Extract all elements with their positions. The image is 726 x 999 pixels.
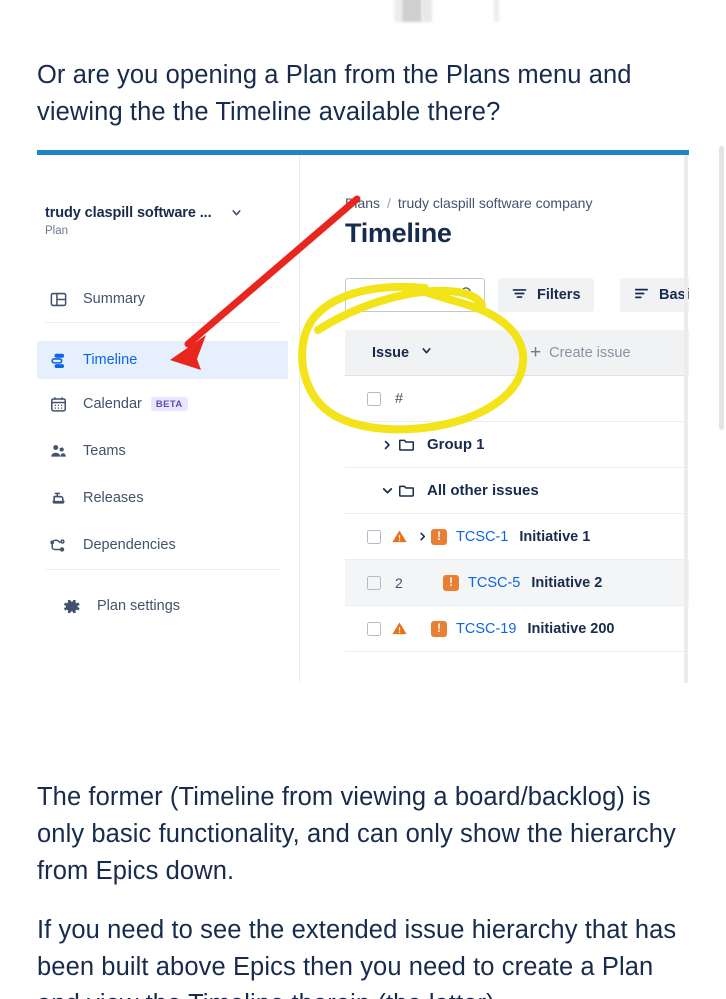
row-checkbox[interactable]	[367, 575, 381, 590]
view-mode-button[interactable]: Basic	[620, 278, 689, 312]
sidebar-item-timeline[interactable]: Timeline	[37, 341, 288, 379]
issue-table: Issue + Create issue # Group 1 All other…	[345, 330, 689, 652]
page-root: Or are you opening a Plan from the Plans…	[0, 0, 726, 999]
sidebar-item-calendar[interactable]: Calendar BETA	[37, 385, 288, 423]
table-row[interactable]: ! TCSC-19 Initiative 200	[345, 606, 689, 652]
sidebar-item-plan-settings[interactable]: Plan settings	[37, 587, 288, 625]
issue-summary: Initiative 1	[519, 528, 591, 545]
article-paragraph-1: Or are you opening a Plan from the Plans…	[37, 61, 632, 126]
sidebar-item-dependencies[interactable]: Dependencies	[37, 526, 288, 564]
view-settings-icon	[633, 285, 650, 306]
issue-summary: Initiative 200	[527, 620, 615, 637]
priority-icon: !	[431, 620, 447, 637]
issue-column-label: Issue	[372, 344, 410, 361]
priority-icon: !	[431, 528, 447, 545]
search-icon	[459, 285, 475, 306]
previous-image-fragment	[0, 0, 726, 30]
sidebar-item-label: Dependencies	[83, 537, 176, 553]
table-row[interactable]: ! TCSC-1 Initiative 1	[345, 514, 689, 560]
filter-icon	[511, 285, 528, 306]
issue-key-link[interactable]: TCSC-1	[456, 529, 508, 545]
create-issue-button[interactable]: + Create issue	[530, 343, 631, 362]
breadcrumb: Plans / trudy claspill software company	[345, 195, 592, 211]
gear-icon	[59, 595, 85, 617]
calendar-icon	[45, 393, 71, 415]
sidebar-item-releases[interactable]: Releases	[37, 479, 288, 517]
dependencies-icon	[45, 534, 71, 556]
filters-button[interactable]: Filters	[498, 278, 594, 312]
breadcrumb-separator: /	[387, 195, 391, 211]
search-input[interactable]	[345, 278, 485, 312]
row-checkbox[interactable]	[367, 621, 381, 636]
sidebar-item-label: Teams	[83, 443, 126, 459]
issue-key-link[interactable]: TCSC-5	[468, 575, 520, 591]
sidebar-item-label: Releases	[83, 490, 144, 506]
group-label: Group 1	[427, 436, 485, 453]
row-number: 2	[395, 574, 403, 591]
article-paragraph-3: If you need to see the extended issue hi…	[37, 916, 677, 999]
project-subtitle: Plan	[45, 225, 69, 237]
sidebar-item-summary[interactable]: Summary	[37, 280, 288, 318]
fragment-strip-right	[422, 0, 432, 22]
sidebar-item-label: Summary	[83, 291, 146, 307]
warning-icon	[391, 528, 412, 545]
sidebar-item-label: Timeline	[83, 352, 138, 368]
teams-icon	[45, 440, 71, 462]
page-scrollbar-thumb[interactable]	[719, 146, 724, 430]
table-group-row[interactable]: All other issues	[345, 468, 689, 514]
summary-icon	[45, 288, 71, 310]
select-all-checkbox[interactable]	[367, 391, 381, 406]
project-switcher[interactable]: trudy claspill software ... Plan	[45, 205, 291, 237]
releases-icon	[45, 487, 71, 509]
issue-summary: Initiative 2	[531, 574, 603, 591]
chevron-down-icon[interactable]	[377, 484, 397, 497]
table-row[interactable]: 2 ! TCSC-5 Initiative 2	[345, 560, 689, 606]
breadcrumb-plans-link[interactable]: Plans	[345, 195, 380, 211]
project-name: trudy claspill software ...	[45, 205, 212, 221]
inner-scrollbar[interactable]	[684, 155, 688, 683]
breadcrumb-current: trudy claspill software company	[397, 195, 593, 211]
fragment-strip-center	[402, 0, 422, 22]
sidebar-item-label: Plan settings	[97, 598, 181, 614]
plan-sidebar: trudy claspill software ... Plan Summary…	[37, 155, 299, 683]
chevron-right-icon[interactable]	[414, 531, 431, 542]
folder-icon	[397, 435, 421, 454]
sidebar-item-label: Calendar	[83, 396, 142, 412]
group-label: All other issues	[427, 482, 539, 499]
plus-icon: +	[530, 342, 542, 363]
fragment-strip-left	[394, 0, 402, 22]
row-checkbox[interactable]	[367, 529, 381, 544]
fragment-strip-far-right	[494, 0, 499, 22]
create-issue-label: Create issue	[549, 344, 631, 361]
beta-badge: BETA	[150, 397, 188, 411]
plan-content: Plans / trudy claspill software company Ti…	[300, 155, 689, 683]
page-title: Timeline	[345, 218, 452, 248]
warning-icon	[391, 620, 412, 637]
page-scrollbar-track[interactable]	[717, 0, 726, 999]
sidebar-divider-top	[45, 322, 281, 323]
table-group-row[interactable]: Group 1	[345, 422, 689, 468]
issue-column-header[interactable]: Issue	[345, 344, 530, 361]
table-subheader-row: #	[345, 376, 689, 422]
filters-label: Filters	[537, 287, 581, 303]
folder-icon	[397, 481, 421, 500]
embedded-screenshot: trudy claspill software ... Plan Summary…	[37, 150, 689, 683]
article-paragraph-2: The former (Timeline from viewing a boar…	[37, 783, 676, 885]
table-header-row: Issue + Create issue	[345, 330, 689, 376]
priority-icon: !	[443, 574, 459, 591]
chevron-right-icon[interactable]	[377, 439, 397, 451]
timeline-icon	[45, 349, 71, 371]
issue-key-link[interactable]: TCSC-19	[456, 621, 516, 637]
chevron-down-icon[interactable]	[420, 344, 433, 361]
chevron-down-icon[interactable]	[230, 206, 243, 221]
rank-column-header: #	[395, 390, 404, 407]
sidebar-item-teams[interactable]: Teams	[37, 432, 288, 470]
sidebar-divider-bottom	[45, 569, 281, 570]
